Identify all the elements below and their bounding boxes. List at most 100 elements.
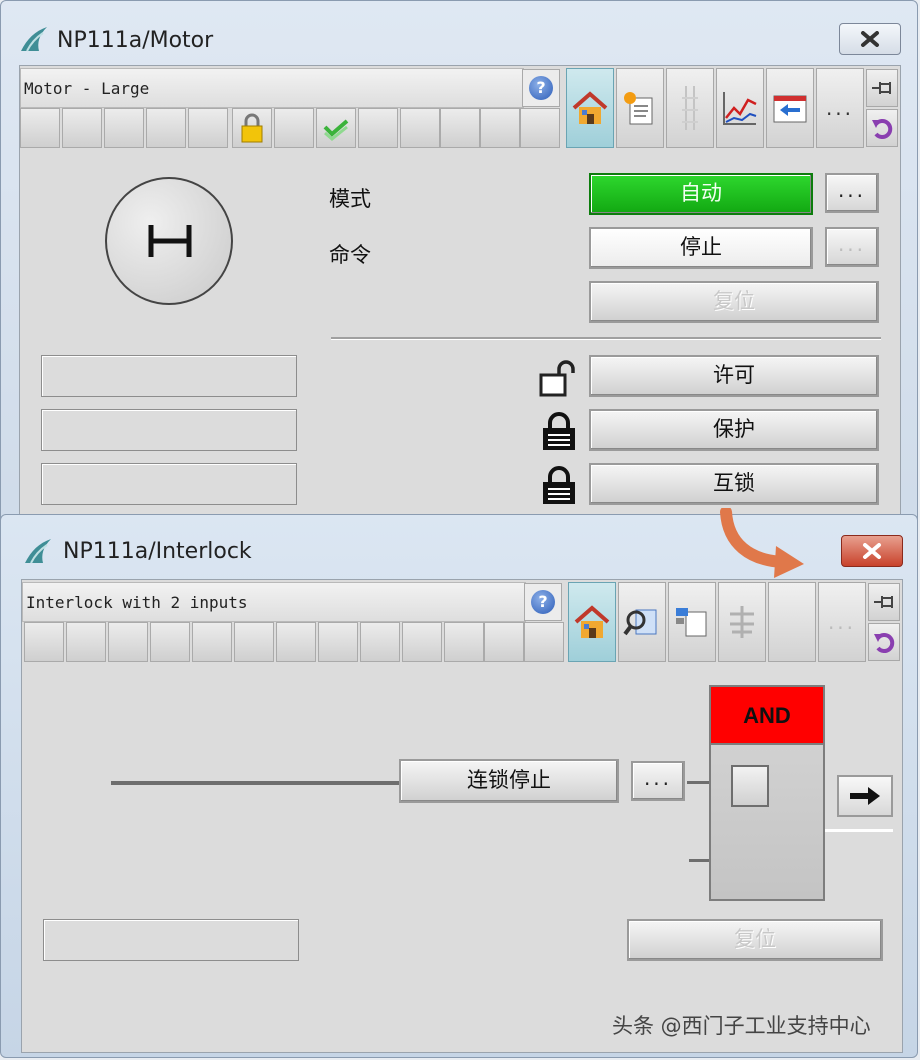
undo-icon [872, 119, 893, 139]
status-cell [108, 622, 148, 662]
section-divider [331, 337, 881, 339]
help-icon: ? [529, 76, 553, 100]
window-title: NP111a/Motor [57, 28, 214, 53]
command-label: 命令 [329, 243, 371, 267]
close-button[interactable] [841, 535, 903, 567]
message-view-button[interactable] [766, 68, 814, 148]
home-view-button[interactable] [568, 582, 616, 662]
motor-symbol [105, 177, 233, 305]
undo-button[interactable] [866, 109, 898, 147]
status-cell [274, 108, 314, 148]
app-logo-icon [25, 539, 51, 564]
help-button[interactable]: ? [524, 583, 562, 621]
interlock-lock-icon [543, 466, 575, 504]
interlock-faceplate-window: NP111a/Interlock Interlock with 2 inputs… [0, 514, 918, 1058]
message-icon [773, 95, 807, 123]
bar-icon [682, 86, 698, 130]
undo-button[interactable] [868, 623, 900, 661]
command-stop-button[interactable]: 停止 [589, 227, 813, 269]
status-cell [360, 622, 400, 662]
output-line [825, 829, 893, 832]
batch-view-button[interactable] [616, 68, 664, 148]
pin-button[interactable] [868, 583, 900, 621]
trend-view-button[interactable] [716, 68, 764, 148]
motor-state-icon [148, 225, 192, 257]
status-bar [24, 622, 566, 662]
command-dots-button[interactable]: ... [825, 227, 879, 267]
annotation-arrow-icon [720, 508, 804, 578]
input-line [111, 781, 401, 785]
app-logo-icon [21, 27, 47, 52]
mode-auto-button[interactable]: 自动 [589, 173, 813, 215]
zoom-view-button[interactable] [618, 582, 666, 662]
tagline-bar: Motor - Large [20, 68, 524, 108]
status-bar [20, 108, 564, 148]
undo-icon [874, 633, 895, 653]
pin-icon [874, 596, 893, 608]
interlock-stop-input[interactable]: 连锁停止 [399, 759, 619, 803]
input-dots-button[interactable]: ... [631, 761, 685, 801]
chain-view-button[interactable] [718, 582, 766, 662]
unlock-icon [539, 360, 575, 397]
status-cell [62, 108, 102, 148]
permit-button[interactable]: 许可 [589, 355, 879, 397]
and-input-checkbox[interactable] [731, 765, 769, 807]
status-cell [480, 108, 520, 148]
close-button[interactable] [839, 23, 901, 55]
interlock-button[interactable]: 互锁 [589, 463, 879, 505]
pin-button[interactable] [866, 69, 898, 107]
status-cell [192, 622, 232, 662]
status-cell [318, 622, 358, 662]
home-icon [574, 605, 610, 638]
chain-icon [730, 606, 754, 638]
status-cell [150, 622, 190, 662]
graph-view-button[interactable] [668, 582, 716, 662]
mode-label: 模式 [329, 187, 371, 211]
status-cell [400, 108, 440, 148]
reset-button[interactable]: 复位 [589, 281, 879, 323]
status-cell [520, 108, 560, 148]
input2-connector [689, 859, 709, 862]
input-connector [687, 781, 709, 784]
help-button[interactable]: ? [522, 69, 560, 107]
info-field [41, 463, 297, 505]
more-views-button[interactable]: ... [818, 582, 866, 662]
close-icon [863, 543, 881, 559]
status-cell [440, 108, 480, 148]
output-navigate-button[interactable] [837, 775, 893, 817]
watermark: 头条 @西门子工业支持中心 [612, 1014, 871, 1038]
empty-view-button[interactable] [768, 582, 816, 662]
home-view-button[interactable] [566, 68, 614, 148]
more-icon: ... [825, 96, 855, 120]
tagline-bar: Interlock with 2 inputs [22, 582, 526, 622]
and-gate-label: AND [711, 687, 823, 745]
trend-icon [723, 92, 757, 125]
lock-status-cell [232, 108, 272, 148]
more-views-button[interactable]: ... [816, 68, 864, 148]
more-icon: ... [827, 610, 857, 634]
protect-lock-icon [543, 412, 575, 450]
motor-faceplate-window: NP111a/Motor Motor - Large ? ... 模式 命令 自… [0, 0, 918, 540]
arrow-right-icon [850, 787, 880, 805]
info-field [41, 355, 297, 397]
info-field [43, 919, 299, 961]
lock-icon [241, 113, 263, 143]
graph-icon [676, 608, 707, 637]
mode-dots-button[interactable]: ... [825, 173, 879, 213]
close-icon [861, 31, 879, 47]
zoom-icon [623, 609, 657, 636]
status-cell [146, 108, 186, 148]
and-gate: AND [709, 685, 825, 901]
status-cell [402, 622, 442, 662]
reset-button[interactable]: 复位 [627, 919, 883, 961]
status-cell [444, 622, 484, 662]
status-cell [524, 622, 564, 662]
home-icon [572, 91, 608, 124]
status-cell [20, 108, 60, 148]
status-cell [24, 622, 64, 662]
status-cell [188, 108, 228, 148]
bar-view-button[interactable] [666, 68, 714, 148]
check-status-cell [316, 108, 356, 148]
protect-button[interactable]: 保护 [589, 409, 879, 451]
status-cell [66, 622, 106, 662]
